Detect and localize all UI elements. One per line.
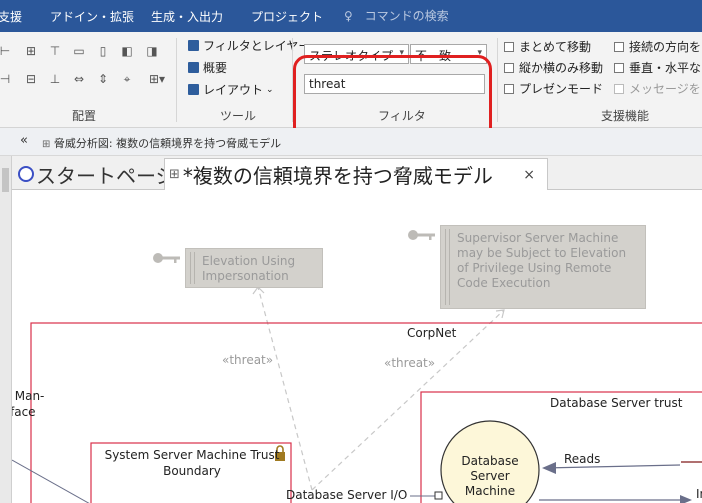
tab-diagram[interactable]: ⊞ *複数の信頼境界を持つ脅威モデル × — [164, 158, 548, 190]
threat-text-line: Impersonation — [202, 269, 289, 283]
flow-connector[interactable] — [12, 459, 92, 503]
command-search-placeholder: コマンドの検索 — [364, 9, 449, 23]
filter-mode-select[interactable]: 不一致 ▾ — [410, 44, 487, 64]
threat-stereotype-label: «threat» — [222, 353, 274, 367]
collapse-chevron-icon[interactable]: « — [20, 133, 28, 148]
threat-text-line: may be Subject to Elevation — [457, 246, 627, 260]
menu-addins[interactable]: アドイン・拡張 — [50, 8, 134, 25]
diagram-canvas[interactable]: Elevation Using Impersonation Supervisor… — [12, 190, 702, 503]
filter-group-label: フィルタ — [378, 109, 426, 123]
same-width-icon[interactable]: ▭ — [72, 44, 86, 58]
threat-supervisor-elevation[interactable]: Supervisor Server Machine may be Subject… — [440, 225, 646, 309]
overview-label: 概要 — [203, 61, 228, 75]
breadcrumb-path: ⊞ 脅威分析図: 複数の信頼境界を持つ脅威モデル — [42, 137, 282, 150]
menu-bar: 支援 アドイン・拡張 生成・入出力 プロジェクト ♀ コマンドの検索 — [0, 0, 702, 32]
layout-icon — [188, 84, 199, 95]
menu-support[interactable]: 支援 — [0, 8, 22, 25]
partial-element-label: r Man- face — [12, 389, 45, 419]
align-left-icon[interactable]: ⊢ — [0, 44, 12, 58]
threat-text-line: of Privilege Using Remote — [457, 261, 612, 275]
same-height-icon[interactable]: ▯ — [96, 44, 110, 58]
filter-layer-label: フィルタとレイヤー — [203, 39, 311, 53]
align-right-icon[interactable]: ⊣ — [0, 72, 12, 86]
db-trust-label: Database Server trust — [550, 396, 683, 410]
lightbulb-icon: ♀ — [344, 9, 353, 23]
align-center-icon[interactable]: ⊞ — [24, 44, 38, 58]
key-icon — [153, 253, 180, 263]
threat-stereotype-label: «threat» — [384, 356, 436, 370]
overview-icon — [188, 62, 199, 73]
align-top-icon[interactable]: ⊤ — [48, 44, 62, 58]
arrowhead-icon — [542, 462, 556, 474]
app-window: 支援 アドイン・拡張 生成・入出力 プロジェクト ♀ コマンドの検索 ⊢ ⊞ ⊤… — [0, 0, 702, 503]
close-icon[interactable]: × — [523, 167, 535, 183]
diagram-type-icon: ⊞ — [42, 139, 51, 150]
command-search[interactable]: ♀ コマンドの検索 — [344, 7, 449, 24]
separator — [176, 38, 177, 122]
filter-text-input[interactable]: threat — [304, 74, 485, 94]
vertical-horizontal-checkbox[interactable]: 垂直・水平な — [614, 59, 701, 76]
tab-bar: スタートページ ⊞ *複数の信頼境界を持つ脅威モデル × — [12, 156, 702, 190]
filter-type-select[interactable]: ステレオタイプ ▾ — [304, 44, 409, 64]
space-vertical-icon[interactable]: ⇕ — [96, 72, 110, 86]
threat-elevation-impersonation[interactable]: Elevation Using Impersonation — [185, 248, 323, 288]
chevron-down-icon: ▾ — [399, 48, 404, 58]
chevron-down-icon: ⌄ — [266, 84, 274, 95]
db-io-label: Database Server I/O — [286, 488, 408, 502]
left-panel-strip — [0, 156, 12, 503]
breadcrumb: « ⊞ 脅威分析図: 複数の信頼境界を持つ脅威モデル — [0, 128, 702, 156]
reads-label: Reads — [564, 452, 601, 466]
system-trust-label: System Server Machine Trust Boundary — [104, 448, 280, 478]
filter-text-value: threat — [309, 77, 346, 91]
chevron-down-icon: ▾ — [477, 48, 482, 58]
arrowhead-icon — [680, 495, 692, 503]
threat-text-line: Code Execution — [457, 276, 551, 290]
separator — [292, 38, 293, 122]
send-back-icon[interactable]: ◨ — [145, 44, 159, 58]
filter-mode-value: 不一致 — [415, 49, 452, 63]
move-together-checkbox[interactable]: まとめて移動 — [504, 38, 591, 55]
presentation-mode-checkbox[interactable]: プレゼンモード — [504, 80, 603, 97]
connection-direction-checkbox[interactable]: 接続の方向を — [614, 38, 701, 55]
center-icon[interactable]: ⌖ — [120, 72, 134, 86]
menu-project[interactable]: プロジェクト — [251, 8, 323, 25]
grid-dropdown-icon[interactable]: ⊞▾ — [145, 72, 169, 86]
support-group-label: 支援機能 — [601, 109, 650, 123]
filter-layer-icon — [188, 40, 199, 51]
vertical-horizontal-move-checkbox[interactable]: 縦か横のみ移動 — [504, 59, 603, 76]
filter-type-value: ステレオタイプ — [309, 49, 394, 63]
separator — [497, 38, 498, 122]
tab-start-page-label: スタートページ — [36, 163, 176, 188]
layout-label: レイアウト — [203, 83, 264, 97]
key-icon — [408, 230, 435, 240]
tab-diagram-label: *複数の信頼境界を持つ脅威モデル — [182, 164, 493, 188]
port-marker — [434, 491, 443, 500]
arrowhead-icon — [252, 286, 265, 295]
space-horizontal-icon[interactable]: ⇔ — [72, 72, 86, 86]
diagram-icon: ⊞ — [169, 167, 180, 182]
ribbon: ⊢ ⊞ ⊤ ▭ ▯ ◧ ◨ ⊣ ⊟ ⊥ ⇔ ⇕ ⌖ ⊞▾ 配置 フィルタとレイヤ… — [0, 32, 702, 171]
align-bottom-icon[interactable]: ⊥ — [48, 72, 62, 86]
bring-front-icon[interactable]: ◧ — [120, 44, 134, 58]
align-middle-icon[interactable]: ⊟ — [24, 72, 38, 86]
tools-group-label: ツール — [220, 109, 257, 123]
db-process-label: Database Server Machine — [461, 454, 519, 498]
menu-generate-io[interactable]: 生成・入出力 — [151, 8, 223, 25]
scrollbar-thumb[interactable] — [2, 168, 9, 192]
layout-button[interactable]: レイアウト ⌄ — [188, 81, 274, 98]
tab-start-page[interactable]: スタートページ — [18, 158, 176, 190]
start-page-icon — [18, 166, 34, 182]
threat-text-line: Elevation Using — [202, 254, 296, 268]
threat-text-line: Supervisor Server Machine — [457, 231, 619, 245]
layout-group-label: 配置 — [72, 109, 97, 123]
corpnet-label: CorpNet — [407, 326, 457, 340]
partial-flow-label: In — [696, 487, 702, 501]
message-auto-checkbox[interactable]: メッセージを自 — [614, 80, 702, 97]
overview-button[interactable]: 概要 — [188, 59, 227, 76]
